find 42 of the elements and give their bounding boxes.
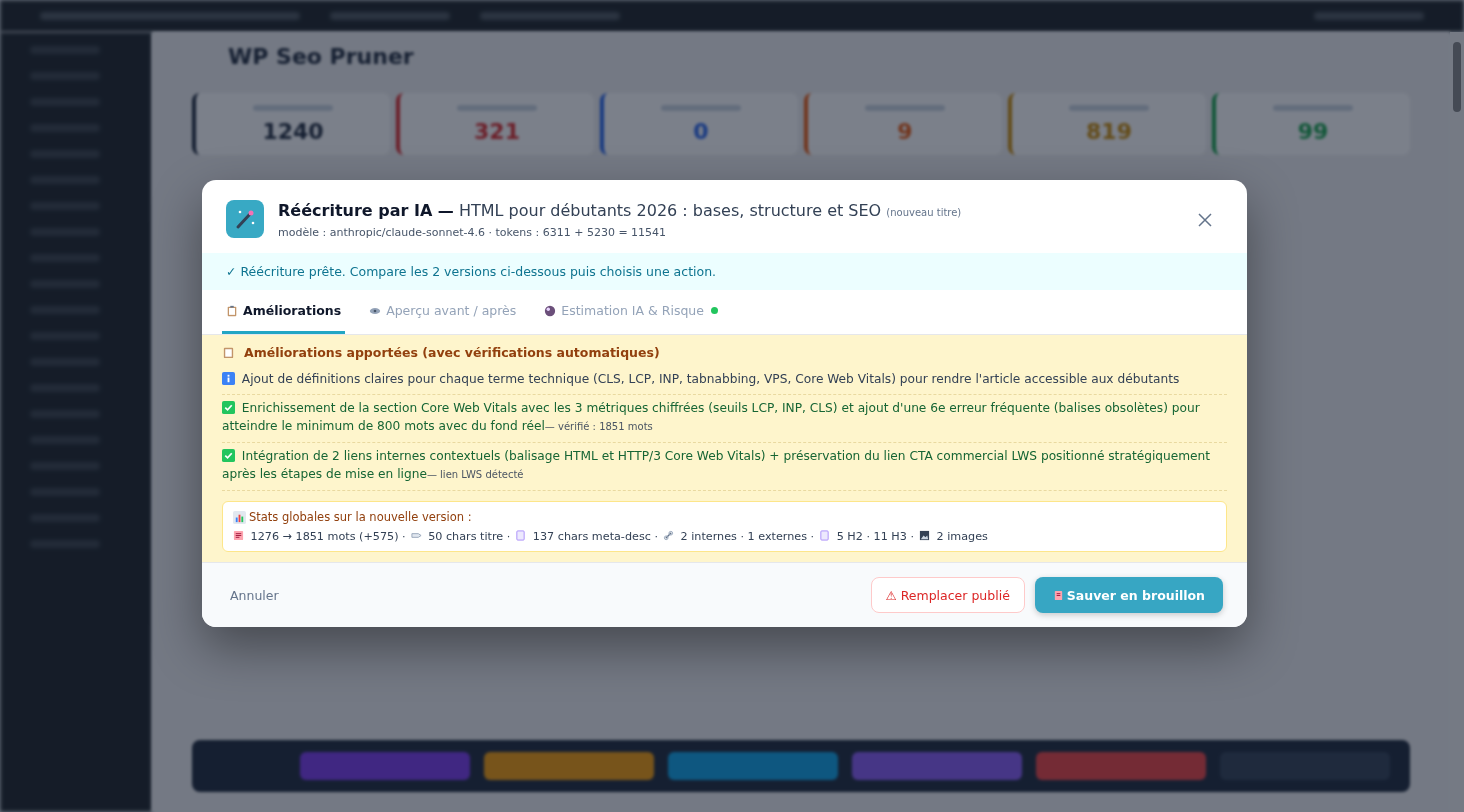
tag-icon xyxy=(410,530,422,541)
stat-value: 9 xyxy=(897,118,913,144)
page-title: WP Seo Pruner xyxy=(228,44,415,69)
cancel-button[interactable]: Annuler xyxy=(222,577,287,613)
stat-entry: 1276 → 1851 mots (+575) · xyxy=(233,530,406,543)
dialog-title: Réécriture par IA — HTML pour débutants 2026 : bases, structure et SEO (nouveau titre) xyxy=(278,201,963,220)
stat-value: 819 xyxy=(1086,118,1132,144)
stat-value: 99 xyxy=(1297,118,1329,144)
stat-entry: 2 images xyxy=(919,530,988,543)
stats-title: Stats globales sur la nouvelle version : xyxy=(233,510,1216,524)
stat-entry: 50 chars titre · xyxy=(410,530,511,543)
tab[interactable]: Estimation IA & Risque xyxy=(540,290,722,334)
magic-wand-icon xyxy=(226,200,264,238)
stat-entry: 137 chars meta-desc · xyxy=(515,530,658,543)
clipboard-icon xyxy=(222,346,235,359)
improvement-item: Enrichissement de la section Core Web Vitals avec les 3 métriques chiffrées (seuils LCP, INP, CLS) et ajout d'une 6e erreur fréquente (balises obsolètes) pour atteindre le minimum de 800 mots avec du fond réel— vérifié : 1851 mots xyxy=(222,395,1227,443)
stat-value: 321 xyxy=(474,118,520,144)
stat-value: 0 xyxy=(693,118,709,144)
image-icon xyxy=(919,530,930,541)
check-icon xyxy=(222,449,235,462)
crystal-ball-icon xyxy=(544,304,557,317)
info-icon xyxy=(222,372,235,385)
link-icon xyxy=(663,530,674,541)
stat-entry: 5 H2 · 11 H3 · xyxy=(819,530,914,543)
clipboard-icon xyxy=(226,304,238,317)
notepad-icon xyxy=(1052,589,1064,601)
notepad-icon xyxy=(233,530,244,541)
document-icon xyxy=(819,530,831,541)
stat-value: 1240 xyxy=(262,118,324,144)
section-title: Améliorations apportées (avec vérifications automatiques) xyxy=(222,345,1227,366)
replace-published-button[interactable]: ⚠ Remplacer publié xyxy=(870,577,1025,613)
model-info: modèle : anthropic/claude-sonnet-4.6 · tokens : 6311 + 5230 = 11541 xyxy=(278,226,668,239)
close-icon[interactable] xyxy=(1197,212,1213,228)
document-icon xyxy=(515,530,527,541)
save-draft-button[interactable]: Sauver en brouillon xyxy=(1034,577,1223,613)
bar-chart-icon xyxy=(233,510,246,524)
status-banner: ✓ Réécriture prête. Compare les 2 versions ci-dessous puis choisis une action. xyxy=(202,253,1247,290)
tab[interactable]: Aperçu avant / après xyxy=(365,290,521,334)
check-icon xyxy=(222,401,235,414)
stat-entry: 2 internes · 1 externes · xyxy=(663,530,815,543)
improvement-item: Ajout de définitions claires pour chaque terme technique (CLS, LCP, INP, tabnabbing, VPS, Core Web Vitals) pour rendre l'article accessible aux débutants xyxy=(222,366,1227,395)
improvement-item: Intégration de 2 liens internes contextuels (balisage HTML et HTTP/3 Core Web Vitals) + préservation du lien CTA commercial LWS positionné stratégiquement après les étapes de mise en ligne— lien LWS détecté xyxy=(222,443,1227,491)
